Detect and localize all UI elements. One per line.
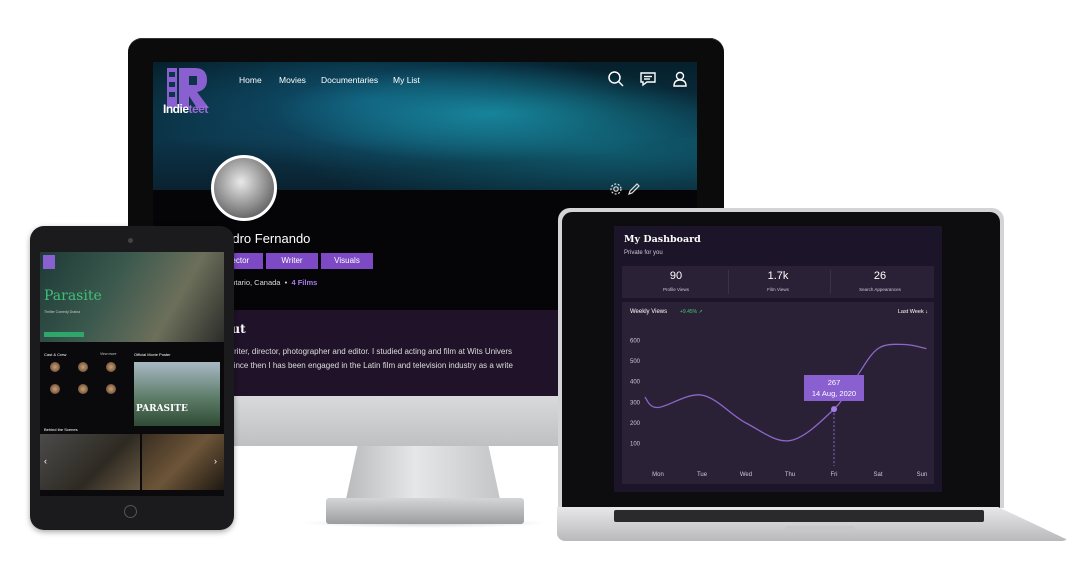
cast-avatar[interactable]: [50, 362, 60, 372]
tablet-home-button[interactable]: [124, 505, 137, 518]
role-tag-writer[interactable]: Writer: [266, 253, 318, 269]
dashboard-title: My Dashboard: [624, 234, 701, 245]
stat-label: Film Views: [767, 287, 789, 292]
y-tick-label: 300: [630, 400, 641, 406]
dashboard-screen: My Dashboard Private for you 90 Profile …: [614, 226, 942, 492]
monitor-stand: [345, 446, 501, 504]
tablet-poster-heading: Official Movie Poster: [134, 352, 171, 357]
weekly-views-card: Weekly Views +9.45% ↗ Last Week ↓ 100 200…: [622, 302, 934, 484]
tablet-scene-image[interactable]: [40, 434, 140, 490]
chart-tooltip: 267 14 Aug, 2020: [804, 375, 864, 402]
x-tick-label: Fri: [831, 472, 838, 478]
highlight-point[interactable]: [831, 406, 837, 413]
tablet-camera: [128, 238, 133, 243]
pencil-icon[interactable]: [627, 182, 641, 196]
chart-title: Weekly Views: [630, 309, 668, 315]
cast-avatar[interactable]: [106, 362, 116, 372]
y-tick-label: 600: [630, 338, 641, 344]
tablet-scenes-heading: Behind the Scenes: [44, 427, 78, 432]
tablet-screen: Parasite Thriller Comedy Drama Cast & Cr…: [40, 252, 224, 496]
tablet-movie-poster[interactable]: [134, 362, 220, 426]
x-tick-label: Mon: [652, 472, 664, 478]
cast-avatar[interactable]: [106, 384, 116, 394]
tablet-watch-button[interactable]: [44, 332, 84, 337]
laptop-keyboard: [614, 510, 984, 522]
y-tick-label: 100: [630, 442, 641, 448]
y-tick-label: 500: [630, 359, 641, 365]
nav-my-list[interactable]: My List: [393, 75, 420, 85]
stat-value: 90: [669, 270, 683, 282]
y-tick-label: 200: [630, 421, 641, 427]
role-tag-visuals[interactable]: Visuals: [321, 253, 373, 269]
nav-documentaries[interactable]: Documentaries: [321, 75, 378, 85]
brand-name-part2: teet: [188, 102, 209, 116]
weekly-views-line: [644, 343, 927, 442]
avatar: [211, 155, 277, 221]
y-tick-label: 400: [630, 380, 641, 386]
cast-avatar[interactable]: [50, 384, 60, 394]
tablet-hero-tags: Thriller Comedy Drama: [44, 310, 81, 314]
chart-delta: +9.45% ↗: [680, 309, 703, 315]
cast-avatar[interactable]: [78, 384, 88, 394]
tooltip-date: 14 Aug, 2020: [811, 389, 857, 399]
x-tick-label: Wed: [740, 472, 752, 478]
stats-bar: 90 Profile Views 1.7k Film Views 26 Sear…: [622, 266, 934, 298]
films-count[interactable]: 4 Films: [291, 278, 317, 287]
tooltip-value: 267: [827, 378, 841, 388]
nav-movies[interactable]: Movies: [279, 75, 306, 85]
x-tick-label: Tue: [697, 472, 708, 478]
chat-icon[interactable]: [639, 70, 657, 88]
brand-name-part1: Indie: [163, 102, 189, 116]
nav-home[interactable]: Home: [239, 75, 262, 85]
stat-label: Profile Views: [663, 287, 689, 292]
tablet-poster-title: PARASITE: [136, 404, 188, 414]
tablet-scene-image[interactable]: [142, 434, 224, 490]
cast-avatar[interactable]: [78, 362, 88, 372]
user-icon[interactable]: [671, 70, 689, 88]
tablet-view-more-link[interactable]: View more: [100, 352, 116, 356]
gear-icon[interactable]: [609, 182, 623, 196]
x-tick-label: Sun: [917, 472, 928, 478]
stat-value: 1.7k: [767, 270, 789, 282]
brand-name: Indieteet: [163, 102, 208, 116]
tablet-logo-icon[interactable]: [43, 255, 55, 269]
laptop-trackpad: [785, 526, 855, 532]
dashboard-subtitle: Private for you: [624, 250, 663, 256]
chevron-left-icon[interactable]: ‹: [44, 456, 47, 466]
chevron-right-icon[interactable]: ›: [214, 456, 217, 466]
x-tick-label: Thu: [785, 472, 795, 478]
search-icon[interactable]: [607, 70, 625, 88]
stat-label: Search Appearances: [859, 287, 901, 292]
weekly-views-chart: 100 200 300 400 500 600 Mon Tue Wed Thu Fri Sat Sun: [630, 338, 928, 478]
stat-value: 26: [873, 270, 887, 282]
tablet-hero-title: Parasite: [44, 288, 102, 304]
x-tick-label: Sat: [873, 472, 882, 478]
period-dropdown[interactable]: Last Week ↓: [898, 309, 928, 315]
monitor-stand-base: [326, 498, 524, 524]
tablet-cast-heading: Cast & Crew: [44, 352, 67, 357]
